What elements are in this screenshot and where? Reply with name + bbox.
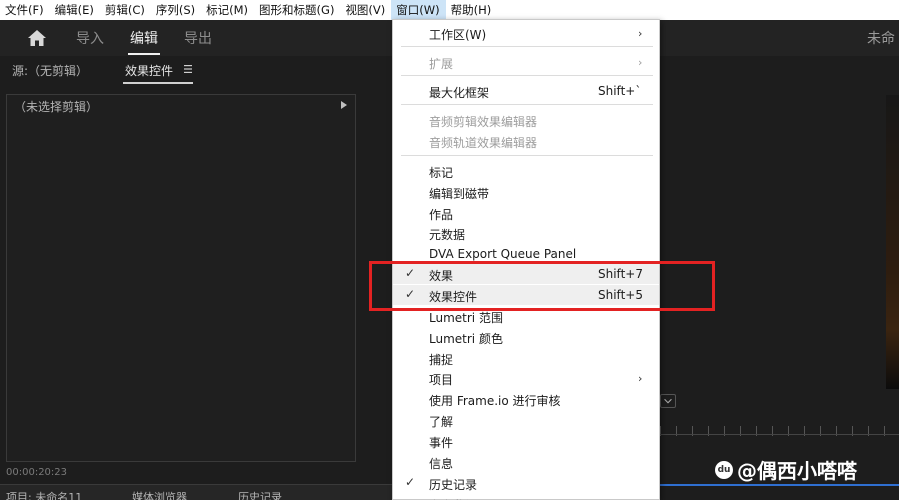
window-menu-item[interactable]: 了解: [393, 410, 659, 430]
menu-item-label: 事件: [429, 436, 454, 450]
window-menu-item[interactable]: 最大化框架 Shift+`: [393, 81, 659, 101]
menu-separator: [401, 46, 653, 47]
chevron-right-icon: ›: [638, 372, 643, 385]
window-menu-item[interactable]: 使用 Frame.io 进行审核: [393, 389, 659, 409]
menu-graphics[interactable]: 图形和标题(G): [254, 0, 340, 20]
window-menu-item[interactable]: 作品: [393, 203, 659, 223]
source-panel-header: 源:（无剪辑） 效果控件: [0, 56, 392, 86]
chevron-right-icon: ›: [638, 56, 643, 69]
effect-controls-underline: [123, 82, 193, 84]
menu-clip[interactable]: 剪辑(C): [100, 0, 151, 20]
timeline-track-line: [660, 434, 899, 435]
no-clip-selected-label: （未选择剪辑）: [14, 100, 99, 114]
menu-item-label: 扩展: [429, 57, 454, 71]
menu-separator: [401, 75, 653, 76]
watermark: du @偶西小嗒嗒: [715, 455, 857, 484]
window-menu-item[interactable]: 事件: [393, 431, 659, 451]
window-menu-item[interactable]: Lumetri 颜色: [393, 327, 659, 347]
tab-edit[interactable]: 编辑: [130, 28, 158, 48]
menu-edit[interactable]: 编辑(E): [50, 0, 100, 20]
menu-view[interactable]: 视图(V): [340, 0, 391, 20]
window-menu-item: 音频轨道效果编辑器: [393, 131, 659, 151]
baidu-paw-icon: du: [715, 460, 733, 479]
menu-item-label: 最大化框架: [429, 86, 490, 100]
highlight-annotation: [369, 261, 715, 311]
tab-history[interactable]: 历史记录: [238, 489, 282, 500]
window-menu-item[interactable]: 项目 ›: [393, 368, 659, 388]
tab-source[interactable]: 源:（无剪辑）: [12, 62, 88, 79]
menu-item-shortcut: Shift+`: [598, 84, 642, 98]
menu-item-label: 编辑到磁带: [429, 187, 490, 201]
menu-item-label: 历史记录: [429, 478, 478, 492]
menu-item-label: 使用 Frame.io 进行审核: [429, 394, 561, 408]
tab-export[interactable]: 导出: [184, 28, 212, 48]
window-menu-item: 扩展 ›: [393, 52, 659, 72]
window-menu-item[interactable]: 元数据: [393, 223, 659, 243]
menu-item-label: 标记: [429, 166, 454, 180]
menu-item-label: 元数据: [429, 228, 466, 242]
video-preview: [886, 95, 899, 389]
menu-item-label: 音频剪辑效果编辑器: [429, 115, 538, 129]
menu-item-label: Lumetri 颜色: [429, 332, 503, 346]
tab-media-browser[interactable]: 媒体浏览器: [132, 489, 187, 500]
menu-file[interactable]: 文件(F): [0, 0, 50, 20]
chevron-right-icon: ›: [638, 27, 643, 40]
active-tab-indicator: [128, 53, 160, 55]
menu-item-label: 项目: [429, 373, 454, 387]
menu-item-label: 了解: [429, 415, 454, 429]
checkmark-icon: ✓: [405, 475, 416, 489]
tab-effect-controls[interactable]: 效果控件: [125, 62, 173, 79]
menu-item-label: 作品: [429, 208, 454, 222]
zoom-dropdown[interactable]: [660, 394, 676, 408]
window-menu-item[interactable]: 编辑到磁带: [393, 182, 659, 202]
timecode: 00:00:20:23: [6, 467, 68, 478]
window-menu-item: 音频剪辑效果编辑器: [393, 110, 659, 130]
play-triangle-icon[interactable]: [341, 101, 347, 109]
menu-bar: 文件(F) 编辑(E) 剪辑(C) 序列(S) 标记(M) 图形和标题(G) 视…: [0, 0, 899, 20]
tab-project[interactable]: 项目: 未命名11: [6, 489, 82, 500]
window-menu-item[interactable]: ✓ 历史记录: [393, 473, 659, 493]
window-menu-item[interactable]: 参考监视器: [393, 494, 659, 500]
menu-item-label: Lumetri 范围: [429, 311, 503, 325]
panel-menu-icon[interactable]: [184, 65, 192, 73]
window-menu-item[interactable]: 捕捉: [393, 348, 659, 368]
menu-item-label: DVA Export Queue Panel: [429, 247, 577, 261]
window-menu-item[interactable]: 工作区(W) ›: [393, 23, 659, 43]
tab-import[interactable]: 导入: [76, 28, 104, 48]
window-menu: 工作区(W) › 扩展 › 最大化框架 Shift+` 音频剪辑效果编辑器 音频轨道效果编辑器…: [392, 19, 660, 500]
menu-sequence[interactable]: 序列(S): [151, 0, 201, 20]
home-icon[interactable]: [27, 29, 47, 47]
menu-window[interactable]: 窗口(W): [391, 0, 446, 20]
project-title: 未命: [867, 31, 895, 47]
menu-separator: [401, 104, 653, 105]
menu-item-label: 工作区(W): [429, 28, 487, 42]
window-menu-item[interactable]: 标记: [393, 161, 659, 181]
chevron-down-icon: [664, 398, 672, 404]
menu-item-label: 信息: [429, 457, 454, 471]
watermark-text: @偶西小嗒嗒: [737, 459, 857, 483]
menu-help[interactable]: 帮助(H): [446, 0, 498, 20]
effect-controls-panel: （未选择剪辑）: [6, 94, 356, 462]
window-menu-item[interactable]: 信息: [393, 452, 659, 472]
menu-markers[interactable]: 标记(M): [201, 0, 254, 20]
menu-separator: [401, 155, 653, 156]
menu-item-label: 捕捉: [429, 353, 454, 367]
playhead-range: [660, 484, 899, 486]
menu-item-label: 音频轨道效果编辑器: [429, 136, 538, 150]
